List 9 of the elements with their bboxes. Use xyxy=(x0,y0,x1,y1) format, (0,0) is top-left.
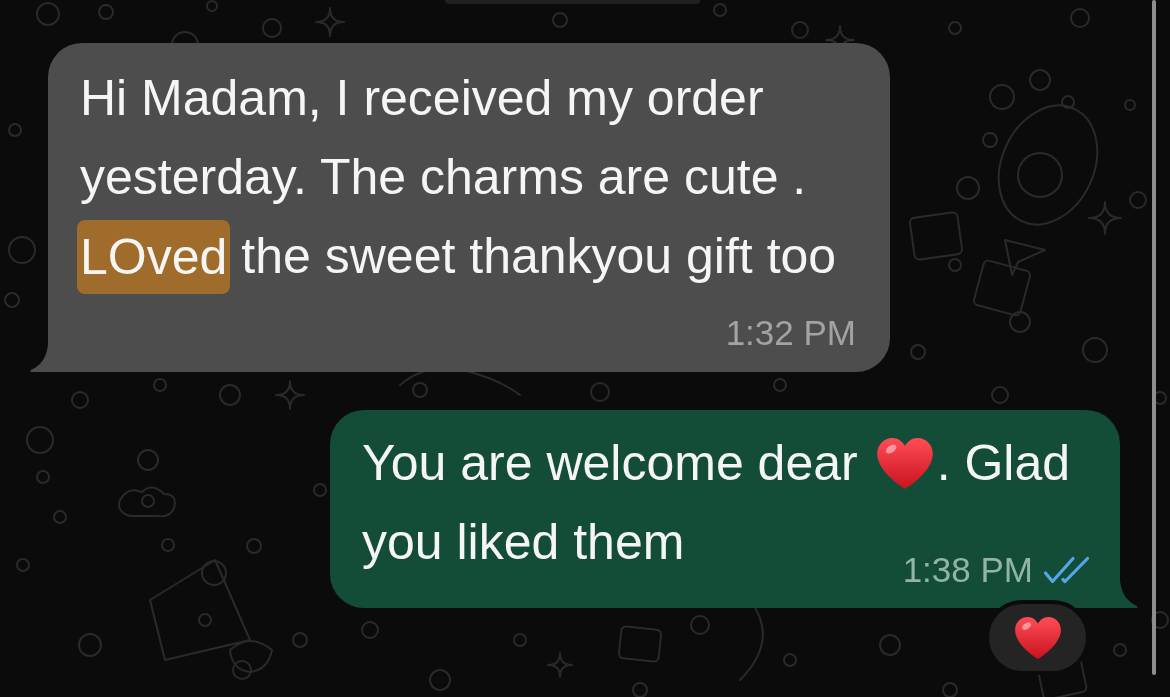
heart-icon xyxy=(1014,616,1061,659)
message-text: Hi Madam, I received my order yesterday. The charms are cute . xyxy=(80,69,808,207)
message-text: . Glad xyxy=(936,434,1071,493)
message-text: You are welcome dear xyxy=(362,434,858,493)
message-time: 1:32 PM xyxy=(725,313,856,353)
message-text: the sweet thankyou gift too xyxy=(241,227,837,286)
message-text: you liked them xyxy=(362,513,685,572)
highlighted-text: LOved xyxy=(77,219,231,294)
message-time: 1:38 PM xyxy=(902,550,1033,590)
